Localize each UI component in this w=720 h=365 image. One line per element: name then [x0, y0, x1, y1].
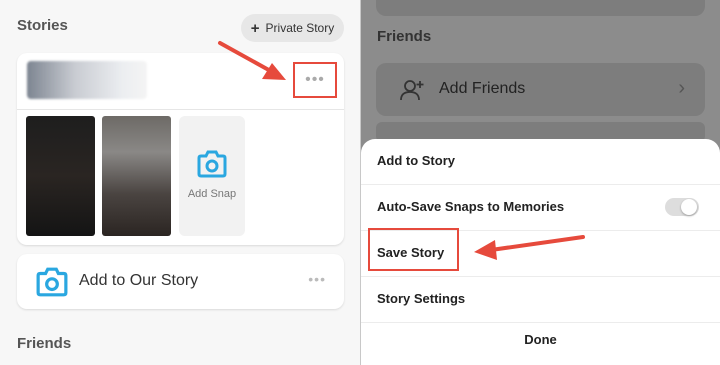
camera-icon — [36, 267, 68, 297]
story-options-panel: Friends Add Friends › Add to Story Auto-… — [361, 0, 720, 365]
story-thumbnail[interactable] — [102, 116, 171, 236]
add-snap-button[interactable]: Add Snap — [179, 116, 245, 236]
add-snap-label: Add Snap — [187, 188, 237, 200]
camera-icon — [197, 150, 227, 178]
add-to-our-story-label: Add to Our Story — [79, 272, 199, 289]
add-to-our-story-row[interactable]: Add to Our Story ••• — [17, 254, 344, 309]
more-icon[interactable]: ••• — [308, 271, 326, 287]
red-arrow — [474, 235, 585, 260]
red-arrow — [218, 41, 286, 80]
friends-title: Friends — [17, 335, 72, 352]
story-thumbnail[interactable] — [26, 116, 95, 236]
stories-panel: Stories + Private Story ••• Add Snap Add… — [0, 0, 360, 365]
